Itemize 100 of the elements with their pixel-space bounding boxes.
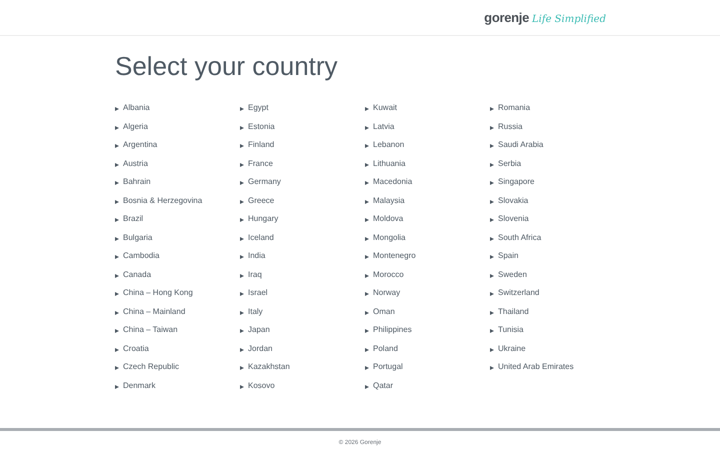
country-link[interactable]: Bahrain: [115, 176, 151, 188]
country-link[interactable]: Canada: [115, 268, 152, 281]
country-link[interactable]: Denmark: [115, 380, 156, 392]
tagline: Life Simplified: [532, 12, 606, 27]
bullet-icon: [365, 218, 369, 222]
country-link[interactable]: Philippines: [365, 324, 412, 336]
bullet-icon: [240, 126, 244, 130]
country-link[interactable]: Italy: [240, 306, 263, 318]
bullet-icon: [490, 292, 494, 296]
country-link[interactable]: Macedonia: [365, 176, 412, 188]
country-link[interactable]: Austria: [115, 158, 148, 170]
bullet-icon: [240, 236, 244, 241]
country-link[interactable]: Morocco: [365, 268, 404, 281]
bullet-icon: [365, 236, 369, 241]
country-link[interactable]: South Africa: [490, 232, 542, 244]
country-link[interactable]: Cambodia: [115, 250, 160, 262]
country-link[interactable]: Portugal: [365, 361, 403, 374]
brand-logo[interactable]: gorenje: [484, 8, 530, 28]
bullet-icon: [240, 366, 244, 370]
bullet-icon: [490, 218, 494, 222]
country-link[interactable]: Malaysia: [365, 194, 405, 207]
page-title: Select your country: [115, 50, 339, 82]
country-link[interactable]: Slovakia: [490, 194, 528, 207]
country-link[interactable]: Moldova: [365, 213, 404, 226]
country-link[interactable]: Serbia: [490, 158, 522, 170]
bullet-icon: [240, 292, 244, 296]
bullet-icon: [240, 384, 244, 389]
country-link[interactable]: Spain: [490, 250, 518, 262]
country-link[interactable]: Bosnia & Herzegovina: [115, 194, 202, 207]
country-link[interactable]: Kuwait: [365, 102, 398, 114]
bullet-icon: [490, 181, 494, 186]
bullet-icon: [240, 255, 244, 260]
country-link[interactable]: Hungary: [240, 213, 278, 226]
bullet-icon: [365, 144, 369, 148]
bullet-icon: [490, 274, 494, 278]
country-link[interactable]: Sweden: [490, 268, 527, 281]
country-link[interactable]: Finland: [240, 139, 274, 152]
bullet-icon: [490, 107, 494, 112]
country-link[interactable]: Kazakhstan: [240, 361, 290, 374]
country-link[interactable]: Latvia: [365, 120, 394, 133]
bullet-icon: [240, 107, 244, 112]
bullet-icon: [240, 329, 244, 334]
bullet-icon: [240, 144, 244, 148]
bullet-icon: [490, 144, 494, 148]
country-link[interactable]: United Arab Emirates: [490, 361, 574, 374]
country-link[interactable]: Mongolia: [365, 232, 406, 244]
country-link[interactable]: Lebanon: [365, 139, 404, 152]
country-link[interactable]: Algeria: [115, 120, 148, 133]
country-link[interactable]: Israel: [240, 287, 268, 300]
country-link[interactable]: Poland: [365, 342, 398, 355]
country-link[interactable]: Singapore: [490, 176, 534, 188]
country-link[interactable]: Montenegro: [365, 250, 416, 262]
country-link[interactable]: Brazil: [115, 213, 144, 226]
bullet-icon: [365, 292, 369, 296]
bullet-icon: [490, 329, 494, 334]
bullet-icon: [240, 218, 244, 222]
country-link[interactable]: Norway: [365, 287, 400, 300]
country-link[interactable]: Russia: [490, 120, 522, 133]
country-link[interactable]: Saudi Arabia: [490, 139, 544, 152]
country-link[interactable]: Ukraine: [490, 342, 526, 355]
bullet-icon: [240, 274, 244, 278]
bullet-icon: [490, 255, 494, 260]
country-link[interactable]: China – Mainland: [115, 306, 186, 318]
bullet-icon: [240, 200, 244, 204]
country-link[interactable]: Oman: [365, 306, 395, 318]
country-link[interactable]: Romania: [490, 102, 530, 114]
country-link[interactable]: Germany: [240, 176, 281, 188]
country-link[interactable]: China – Hong Kong: [115, 287, 193, 300]
country-link[interactable]: Slovenia: [490, 213, 529, 226]
country-link[interactable]: Croatia: [115, 342, 149, 355]
country-link[interactable]: Czech Republic: [115, 361, 180, 374]
country-link[interactable]: Qatar: [365, 380, 394, 392]
country-link[interactable]: Switzerland: [490, 287, 540, 300]
country-link[interactable]: Japan: [240, 324, 270, 336]
country-link[interactable]: France: [240, 158, 273, 170]
bullet-icon: [115, 292, 119, 296]
bullet-icon: [365, 255, 369, 260]
country-link[interactable]: Greece: [240, 194, 274, 207]
country-link[interactable]: Argentina: [115, 139, 158, 152]
country-link[interactable]: Tunisia: [490, 324, 524, 336]
bullet-icon: [490, 236, 494, 241]
country-link[interactable]: Bulgaria: [115, 232, 152, 244]
bullet-icon: [115, 162, 119, 167]
country-link[interactable]: Lithuania: [365, 158, 406, 170]
country-link[interactable]: Albania: [115, 102, 150, 114]
country-link[interactable]: India: [240, 250, 266, 262]
country-link[interactable]: Estonia: [240, 120, 275, 133]
country-link[interactable]: Kosovo: [240, 380, 275, 392]
bullet-icon: [365, 384, 369, 389]
country-link[interactable]: China – Taiwan: [115, 324, 178, 336]
country-link[interactable]: Iraq: [240, 268, 262, 281]
bullet-icon: [115, 200, 119, 204]
bullet-icon: [115, 255, 119, 260]
country-link[interactable]: Egypt: [240, 102, 268, 114]
country-link[interactable]: Iceland: [240, 232, 274, 244]
country-link[interactable]: Thailand: [490, 306, 529, 318]
bullet-icon: [365, 200, 369, 204]
bullet-icon: [365, 366, 369, 370]
bullet-icon: [115, 107, 119, 112]
country-link[interactable]: Jordan: [240, 342, 272, 355]
